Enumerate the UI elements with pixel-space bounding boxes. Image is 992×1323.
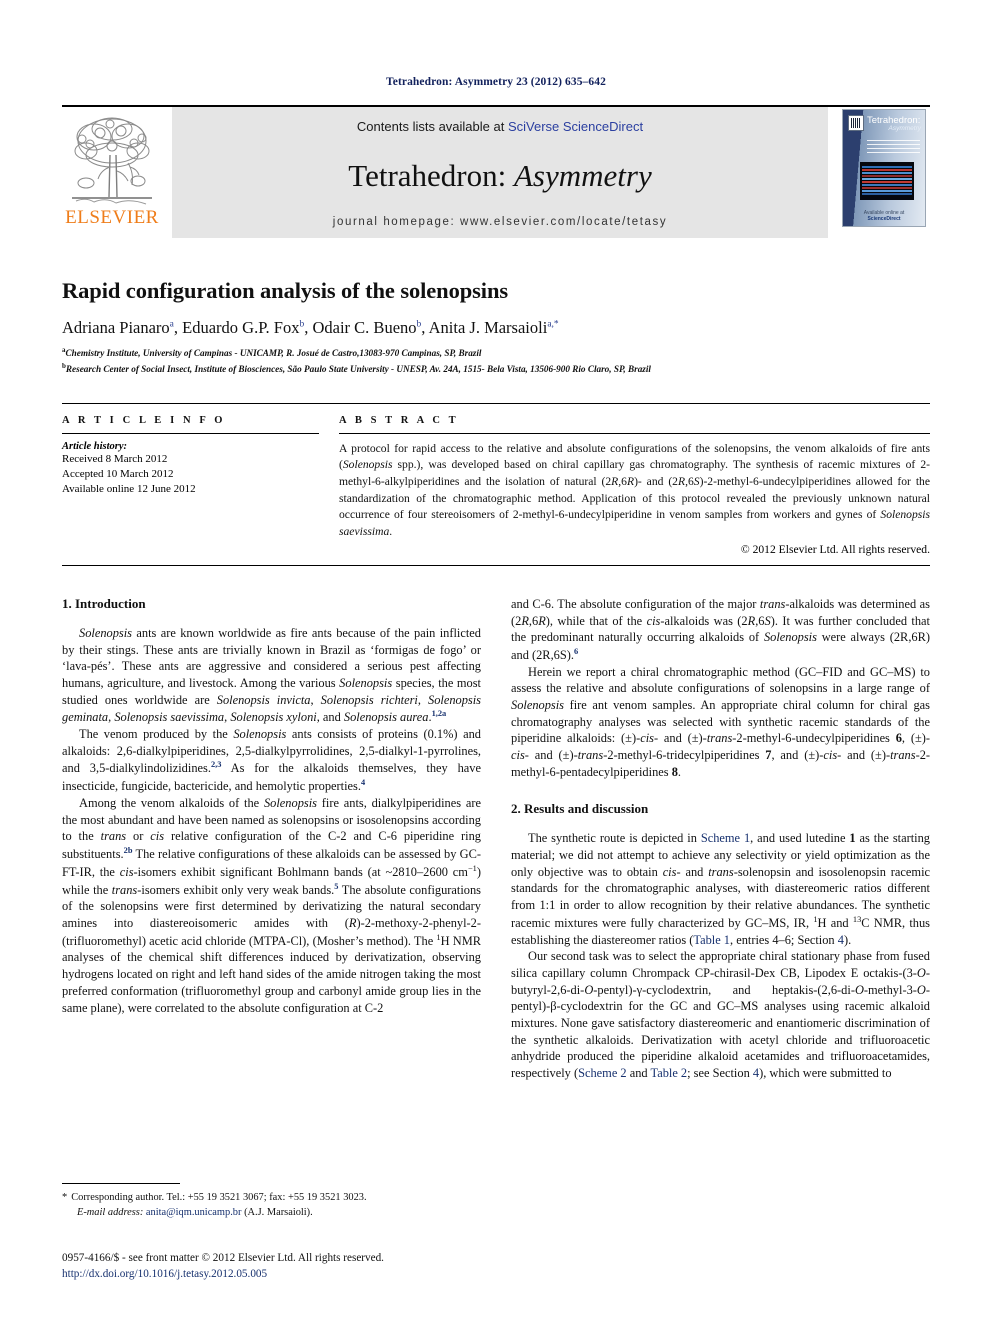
column-right: and C-6. The absolute configuration of t… [511,596,930,1082]
abstract-heading: A B S T R A C T [339,414,459,426]
affiliation-text: Research Center of Social Insect, Instit… [65,363,651,374]
article-page: Tetrahedron: Asymmetry 23 (2012) 635–642 [0,0,992,1323]
article-info-rule [62,432,319,434]
author-name: Adriana Pianaro [62,318,170,337]
article-info-heading: A R T I C L E I N F O [62,414,226,426]
paragraph: Herein we report a chiral chromatographi… [511,664,931,779]
body-columns: 1. Introduction Solenopsis ants are know… [62,596,930,1082]
journal-cover-thumbnail: Tetrahedron: Asymmetry Available online … [838,107,930,238]
article-history-item: Available online 12 June 2012 [62,483,196,496]
paragraph: Our second task was to select the approp… [511,949,930,1080]
sciencedirect-link[interactable]: SciVerse ScienceDirect [508,119,643,134]
issn-line: 0957-4166/$ - see front matter © 2012 El… [62,1252,384,1264]
journal-banner: Contents lists available at SciVerse Sci… [172,107,828,238]
abstract-copyright: © 2012 Elsevier Ltd. All rights reserved… [740,542,930,556]
author-item[interactable]: Adriana Pianaroa [62,318,174,337]
elsevier-tree-icon [72,117,152,205]
abstract-rule [339,432,930,434]
article-info-column: A R T I C L E I N F O Article history: R… [62,415,339,556]
author-affil-mark: b [416,319,422,330]
running-head: Tetrahedron: Asymmetry 23 (2012) 635–642 [62,0,930,88]
title-block: Rapid configuration analysis of the sole… [62,278,930,377]
journal-title-roman: Tetrahedron: [348,158,507,193]
author-item[interactable]: Odair C. Buenob [312,318,421,337]
abstract-text: A protocol for rapid access to the relat… [339,441,930,539]
cover-footer-brand: ScienceDirect [867,216,901,222]
cover-barcode-icon [848,115,864,131]
paragraph: The synthetic route is depicted in Schem… [511,831,931,947]
affiliation-item: bResearch Center of Social Insect, Insti… [62,361,930,377]
cover-footer: Available online at ScienceDirect [843,210,925,222]
author-item[interactable]: Anita J. Marsaiolia,* [429,318,559,337]
email-label: E-mail address: [77,1207,144,1219]
page-title: Rapid configuration analysis of the sole… [62,278,509,303]
abstract-column: A B S T R A C T A protocol for rapid acc… [339,415,930,556]
author-affil-mark: b [299,319,305,330]
cover-blurb-lines [867,140,920,156]
author-affil-mark: a,* [547,319,559,330]
author-list: Adriana Pianaroa, Eduardo G.P. Foxb, Oda… [62,318,559,337]
affiliation-item: aChemistry Institute, University of Camp… [62,345,930,361]
footnote-rule [62,1183,180,1184]
cover-title: Tetrahedron: Asymmetry [867,116,921,133]
cover-image: Tetrahedron: Asymmetry Available online … [842,109,926,227]
section-heading-results: 2. Results and discussion [511,801,649,817]
section-heading-introduction: 1. Introduction [62,595,146,611]
contents-prefix: Contents lists available at [356,119,508,134]
cover-title-sub: Asymmetry [888,124,922,132]
journal-title: Tetrahedron: Asymmetry [172,160,828,191]
elsevier-logo: ELSEVIER [62,107,162,238]
journal-masthead: ELSEVIER Contents lists available at Sci… [62,105,930,238]
article-history-item: Received 8 March 2012 [62,452,168,465]
cover-artwork [860,162,914,200]
journal-homepage[interactable]: journal homepage: www.elsevier.com/locat… [172,216,828,228]
doi-link[interactable]: http://dx.doi.org/10.1016/j.tetasy.2012.… [62,1266,682,1282]
elsevier-wordmark: ELSEVIER [65,207,159,228]
corresponding-author-text: Corresponding author. Tel.: +55 19 3521 … [71,1192,367,1203]
corresponding-author-note: * Corresponding author. Tel.: +55 19 3521… [62,1190,481,1220]
affiliation-list: aChemistry Institute, University of Camp… [62,345,930,377]
running-head-text: Tetrahedron: Asymmetry 23 (2012) 635–642 [386,76,606,88]
paragraph: The venom produced by the Solenopsis ant… [62,727,482,794]
affiliation-text: Chemistry Institute, University of Campi… [65,348,482,359]
paragraph: Among the venom alkaloids of the Solenop… [62,795,481,1015]
article-history-item: Accepted 10 March 2012 [62,467,174,480]
issn-copyright-block: 0957-4166/$ - see front matter © 2012 El… [62,1250,682,1282]
author-item[interactable]: Eduardo G.P. Foxb [182,318,304,337]
paragraph: and C-6. The absolute configuration of t… [511,596,931,662]
footnote-block: * Corresponding author. Tel.: +55 19 3521… [62,1183,481,1220]
journal-title-italic: Asymmetry [513,158,652,193]
paragraph: Solenopsis ants are known worldwide as f… [62,625,482,725]
author-affil-mark: a [169,319,174,330]
column-left: 1. Introduction Solenopsis ants are know… [62,596,481,1082]
author-name: Odair C. Bueno [312,318,417,337]
email-owner: (A.J. Marsaioli). [244,1207,313,1219]
article-history-label: Article history: [62,440,128,452]
info-abstract-block: A R T I C L E I N F O Article history: R… [62,402,930,566]
author-name: Anita J. Marsaioli [428,318,548,337]
email-link[interactable]: anita@iqm.unicamp.br [146,1207,242,1218]
author-name: Eduardo G.P. Fox [182,318,300,337]
email-line: E-mail address: anita@iqm.unicamp.br (A.… [62,1205,481,1220]
asterisk-icon: * [62,1192,68,1203]
contents-lists-line: Contents lists available at SciVerse Sci… [172,119,828,134]
